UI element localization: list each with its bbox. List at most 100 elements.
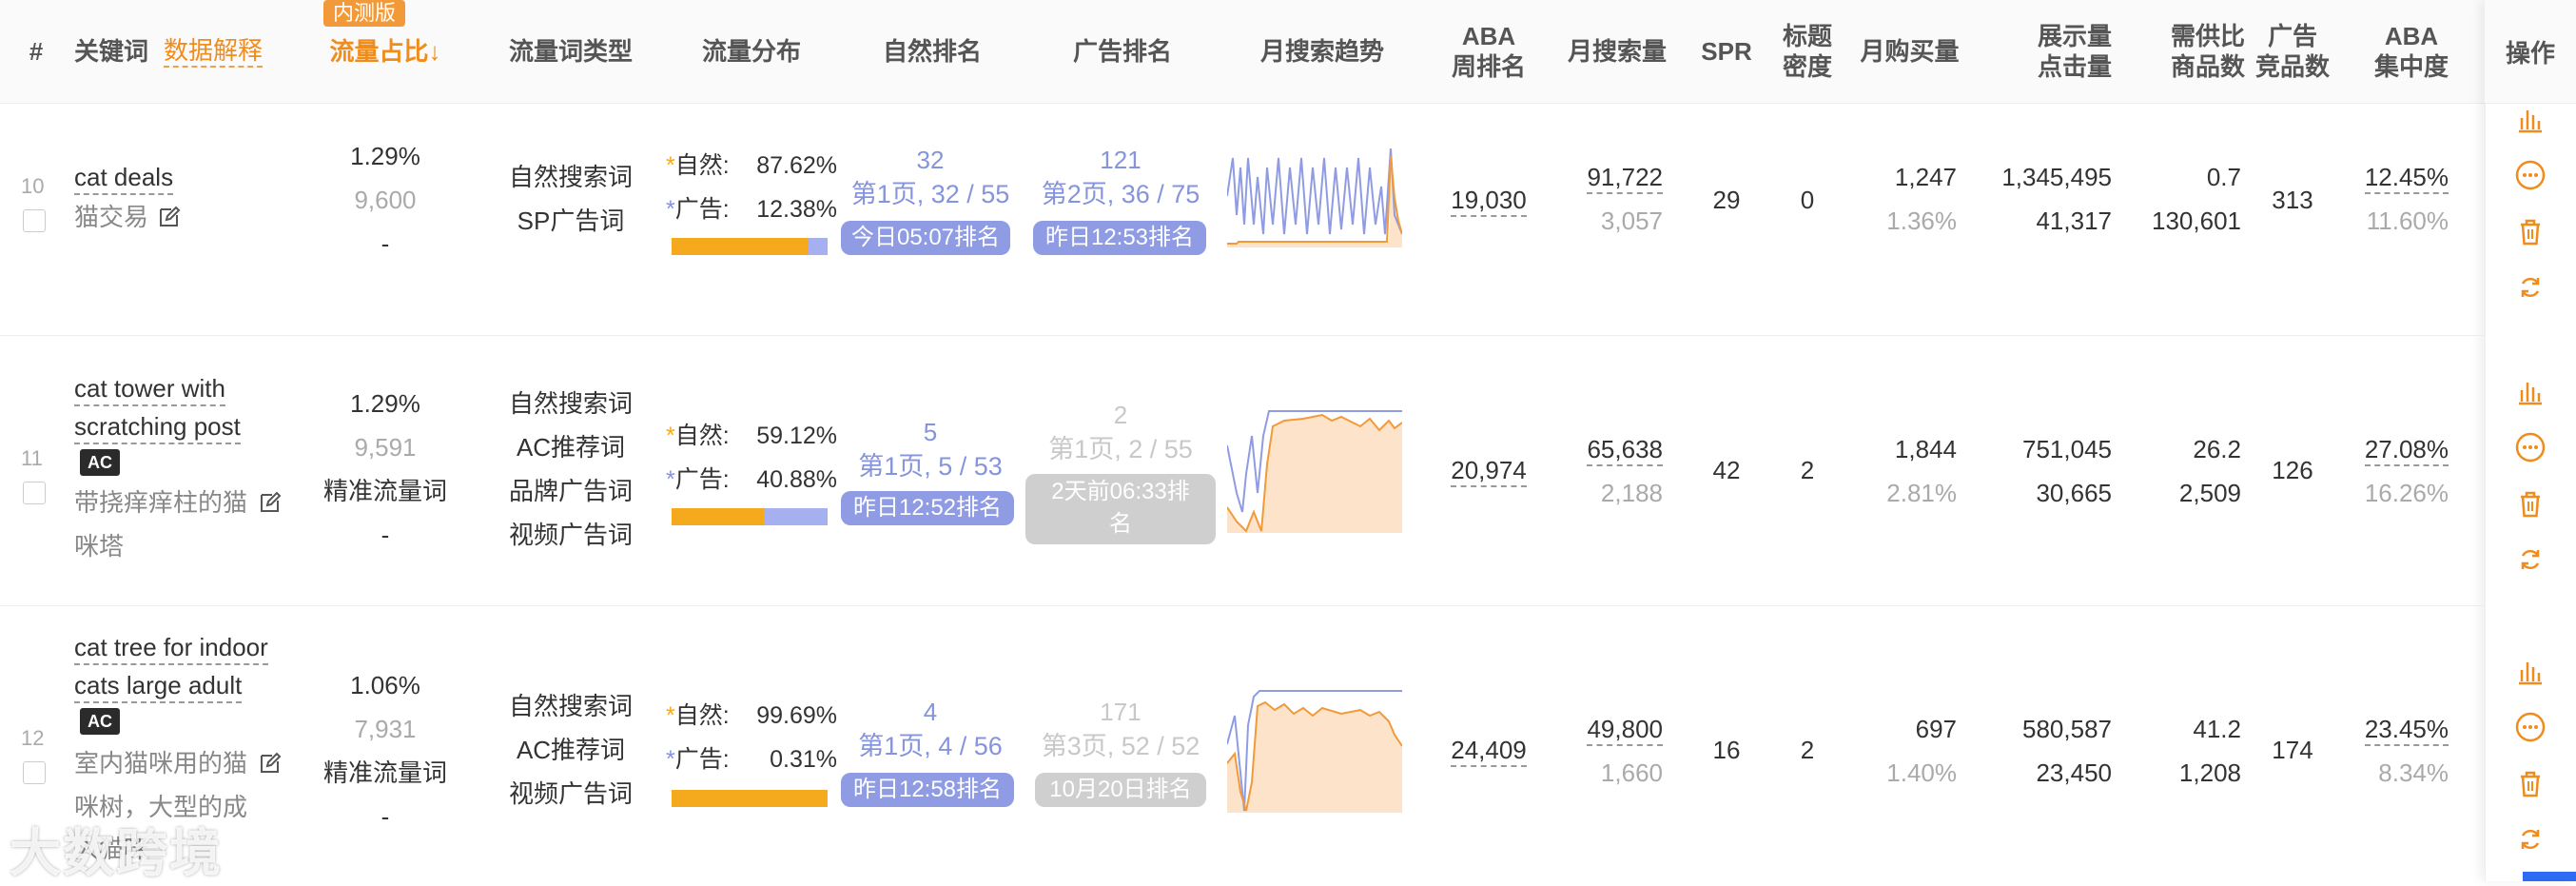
more-icon[interactable] xyxy=(2513,430,2547,464)
monthly-search[interactable]: 49,800 xyxy=(1560,714,1663,746)
ad-competitors: 174 xyxy=(2272,736,2313,764)
aba-week-rank[interactable]: 24,409 xyxy=(1436,735,1541,767)
refresh-icon[interactable] xyxy=(2513,822,2547,856)
header-spr: SPR xyxy=(1701,37,1752,66)
aba-week-rank[interactable]: 20,974 xyxy=(1436,455,1541,487)
ad-rank-page: 第1页, 2 / 55 xyxy=(1048,435,1193,463)
organic-rank-top: 5 xyxy=(923,418,938,446)
more-icon[interactable] xyxy=(2513,158,2547,192)
header-traffic-dist: 流量分布 xyxy=(701,37,801,66)
scroll-indicator[interactable] xyxy=(2523,872,2576,881)
ad-pct: 0.31% xyxy=(770,746,837,773)
traffic-type: 自然搜索词 xyxy=(508,692,633,720)
row-number: 11 xyxy=(21,446,43,470)
row-checkbox[interactable] xyxy=(23,482,46,504)
supply-demand-ratio: 26.2 xyxy=(2193,435,2241,463)
aba-week-rank-value[interactable]: 20,974 xyxy=(1451,456,1527,487)
ad-rank-time: 10月20日排名 xyxy=(1035,773,1206,807)
header-keyword: 关键词 数据解释 xyxy=(74,0,322,103)
organic-rank-page: 第1页, 5 / 53 xyxy=(858,452,1003,481)
trash-icon[interactable] xyxy=(2513,487,2547,522)
supply-demand-ratio: 0.7 xyxy=(2206,163,2241,191)
spr-value: 29 xyxy=(1712,186,1741,214)
traffic-dist-fill xyxy=(672,790,828,807)
traffic-dist-bar xyxy=(672,238,828,255)
impressions: 751,045 xyxy=(2022,435,2112,463)
ad-pct: 40.88% xyxy=(756,466,837,493)
header-title-density-l1: 标题 xyxy=(1782,22,1832,50)
aba-week-rank-value[interactable]: 19,030 xyxy=(1451,186,1527,217)
keyword-translation: 室内猫咪用的猫 xyxy=(74,749,248,778)
row-checkbox[interactable] xyxy=(23,209,46,232)
refresh-icon[interactable] xyxy=(2513,542,2547,577)
traffic-share-count: 9,600 xyxy=(354,186,417,214)
monthly-search[interactable]: 65,638 xyxy=(1560,434,1663,466)
natural-label: 自然: xyxy=(674,423,730,449)
traffic-type: SP广告词 xyxy=(517,207,625,235)
header-monthly-trend: 月搜索趋势 xyxy=(1259,37,1384,66)
aba-week-rank[interactable]: 19,030 xyxy=(1436,185,1541,217)
traffic-type: 品牌广告词 xyxy=(508,477,633,505)
natural-pct: 99.69% xyxy=(756,702,837,729)
bar-chart-icon[interactable] xyxy=(2513,103,2547,137)
traffic-share-dash: - xyxy=(381,521,390,549)
keyword-link[interactable]: cat deals xyxy=(74,162,174,195)
header-monthly-search: 月搜索量 xyxy=(1567,37,1667,66)
aba-concentration[interactable]: 27.08% xyxy=(2350,434,2449,466)
trash-icon[interactable] xyxy=(2513,767,2547,801)
row-checkbox[interactable] xyxy=(23,761,46,784)
watermark: 大数跨境 xyxy=(10,825,223,882)
data-explain-link[interactable]: 数据解释 xyxy=(164,35,263,68)
traffic-share-count: 9,591 xyxy=(354,433,417,462)
edit-icon[interactable] xyxy=(259,752,282,775)
impressions: 580,587 xyxy=(2022,715,2112,743)
title-density-value: 0 xyxy=(1800,186,1815,214)
ad-rank-time: 2天前06:33排 名 xyxy=(1025,474,1216,544)
aba-concentration-value[interactable]: 27.08% xyxy=(2364,435,2449,466)
ad-competitors: 126 xyxy=(2272,456,2313,484)
refresh-icon[interactable] xyxy=(2513,270,2547,305)
spr-value: 16 xyxy=(1712,736,1741,764)
header-ad-rank: 广告排名 xyxy=(1072,37,1172,66)
bar-chart-icon[interactable] xyxy=(2513,375,2547,409)
natural-share: *自然: xyxy=(666,702,730,729)
product-count: 2,509 xyxy=(2178,479,2241,507)
more-icon[interactable] xyxy=(2513,710,2547,744)
trash-icon[interactable] xyxy=(2513,215,2547,249)
ad-label: 广告: xyxy=(674,746,730,773)
row-divider xyxy=(0,605,2485,606)
monthly-buy-rate: 2.81% xyxy=(1886,479,1957,507)
keyword-link[interactable]: cat tree for indoor xyxy=(74,632,268,665)
impressions: 1,345,495 xyxy=(2001,163,2112,191)
traffic-type: AC推荐词 xyxy=(516,736,626,764)
aba-concentration[interactable]: 23.45% xyxy=(2350,714,2449,746)
monthly-search-value[interactable]: 65,638 xyxy=(1587,435,1663,466)
ad-label: 广告: xyxy=(674,466,730,493)
bar-chart-icon[interactable] xyxy=(2513,655,2547,689)
row-number: 10 xyxy=(21,174,45,198)
sort-traffic-share[interactable]: 流量占比↓ xyxy=(314,0,457,103)
ad-rank-top: 2 xyxy=(1113,401,1128,429)
aba-concentration-value[interactable]: 12.45% xyxy=(2364,163,2449,194)
ad-rank-time-l1: 2天前06:33排 xyxy=(1051,479,1190,504)
aba-concentration[interactable]: 12.45% xyxy=(2350,162,2449,194)
edit-icon[interactable] xyxy=(158,206,181,228)
traffic-share-dash: - xyxy=(381,802,390,831)
monthly-search[interactable]: 91,722 xyxy=(1560,162,1663,194)
monthly-search-value[interactable]: 91,722 xyxy=(1587,163,1663,194)
keyword-link-line2[interactable]: cats large adult xyxy=(74,670,243,703)
ad-competitors: 313 xyxy=(2272,186,2313,214)
aba-week-rank-value[interactable]: 24,409 xyxy=(1451,736,1527,767)
keyword-link[interactable]: cat tower with xyxy=(74,373,225,406)
aba-concentration-value[interactable]: 23.45% xyxy=(2364,715,2449,746)
organic-rank-time: 昨日12:52排名 xyxy=(841,491,1014,525)
keyword-link-line2[interactable]: scratching post xyxy=(74,411,241,444)
header-sd-l1: 需供比 xyxy=(2170,22,2245,50)
ad-label: 广告: xyxy=(674,196,730,223)
header-supply-demand: 需供比 商品数 xyxy=(2131,0,2245,103)
monthly-trend-sparkline xyxy=(1227,148,1402,247)
edit-icon[interactable] xyxy=(259,491,282,514)
header-ad-competitors: 广告 竞品数 xyxy=(2245,0,2340,103)
traffic-dist-bar xyxy=(672,508,828,525)
monthly-search-value[interactable]: 49,800 xyxy=(1587,715,1663,746)
